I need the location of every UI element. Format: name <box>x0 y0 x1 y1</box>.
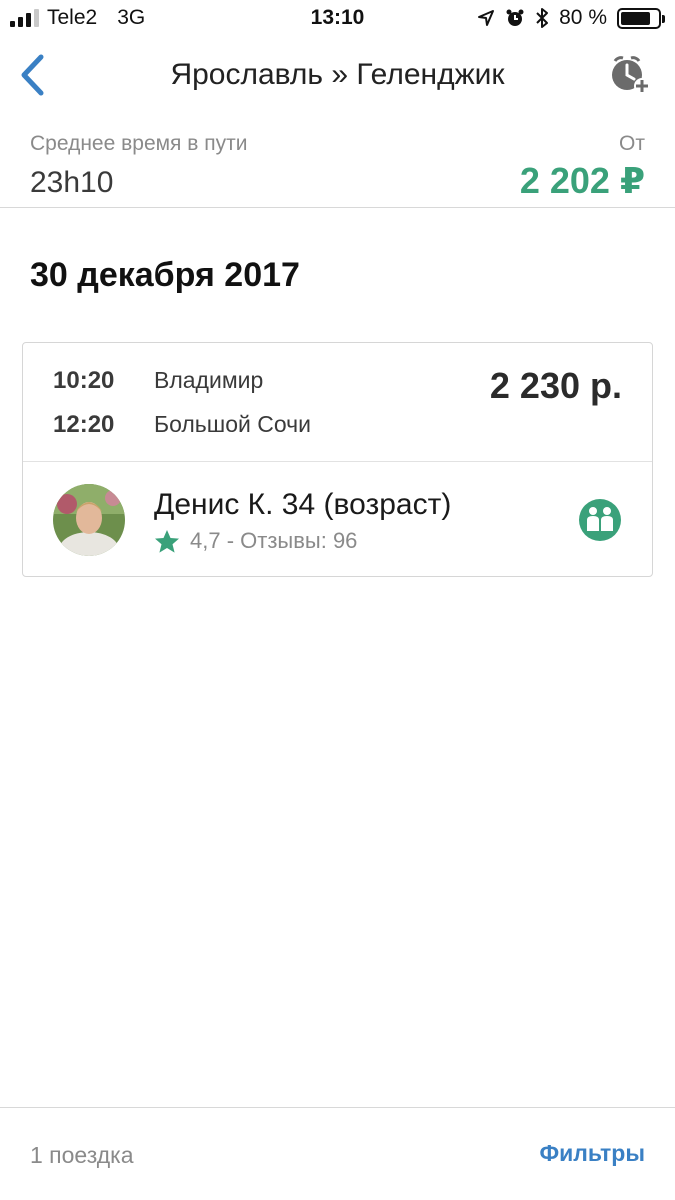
status-bar: Tele2 3G 13:10 80 % <box>0 0 675 38</box>
status-right: 80 % <box>477 6 665 30</box>
alarm-add-button[interactable] <box>607 52 653 98</box>
battery-fill <box>621 11 650 25</box>
driver-name: Денис К. 34 (возраст) <box>154 488 452 521</box>
route-summary: Среднее время в пути 23h10 От 2 202 ₽ <box>0 122 675 208</box>
driver-rating: 4,7 - Отзывы: 96 <box>154 528 357 554</box>
from-price-label: От <box>619 132 645 155</box>
avatar <box>53 484 125 556</box>
trip-card[interactable]: 10:20 Владимир 12:20 Большой Сочи 2 230 … <box>22 342 653 577</box>
arrival-place: Большой Сочи <box>154 411 311 437</box>
app-screen: Tele2 3G 13:10 80 % Ярославль » Геленджи… <box>0 0 675 1200</box>
battery-icon <box>617 7 665 29</box>
alarm-add-icon <box>612 56 650 94</box>
page-title: Ярославль » Геленджик <box>170 58 505 91</box>
star-icon <box>155 529 179 553</box>
driver-info: Денис К. 34 (возраст) 4,7 - Отзывы: 96 <box>23 462 652 576</box>
filters-button[interactable]: Фильтры <box>540 1140 645 1167</box>
footer-bar: 1 поездка Фильтры <box>0 1107 675 1200</box>
location-arrow-icon <box>478 10 495 26</box>
rating-text: 4,7 - Отзывы: 96 <box>190 528 358 553</box>
avg-time-label: Среднее время в пути <box>30 132 248 155</box>
departure-place: Владимир <box>154 367 264 393</box>
two-passengers-icon <box>578 498 622 542</box>
trip-route: 10:20 Владимир 12:20 Большой Сочи 2 230 … <box>23 343 652 462</box>
from-price-value: 2 202 ₽ <box>519 160 645 201</box>
bluetooth-icon <box>536 8 549 28</box>
trip-count: 1 поездка <box>30 1142 134 1168</box>
nav-bar: Ярославль » Геленджик <box>0 40 675 112</box>
battery-percent: 80 % <box>559 6 607 29</box>
arrival-time: 12:20 <box>53 411 115 438</box>
avg-time-value: 23h10 <box>30 166 114 199</box>
date-heading: 30 декабря 2017 <box>30 256 300 294</box>
trip-price: 2 230 р. <box>489 365 622 406</box>
alarm-clock-icon <box>506 9 524 26</box>
driver-photo <box>53 484 125 556</box>
departure-time: 10:20 <box>53 367 115 394</box>
